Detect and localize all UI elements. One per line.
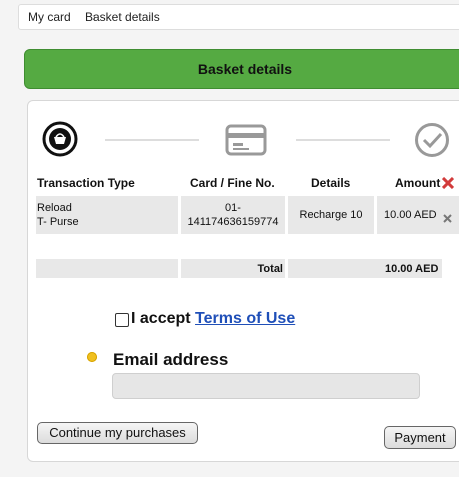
- breadcrumb-basket-details: Basket details: [85, 10, 160, 24]
- terms-prefix: I accept: [131, 310, 196, 327]
- card-icon: [225, 124, 267, 161]
- remove-all-icon[interactable]: [441, 176, 455, 194]
- remove-row-icon[interactable]: [443, 210, 452, 228]
- page-title: Basket details: [197, 61, 293, 77]
- breadcrumb-my-card[interactable]: My card: [28, 5, 71, 29]
- email-input[interactable]: [112, 373, 420, 399]
- row-card-line2: 141174636159774: [187, 216, 279, 228]
- total-empty-bg: [36, 259, 178, 278]
- total-label: Total: [257, 263, 283, 275]
- page-title-banner: Basket details: [24, 49, 459, 89]
- terms-label: I accept Terms of Use: [131, 310, 295, 328]
- continue-purchases-button[interactable]: Continue my purchases: [37, 422, 198, 444]
- row-amount: 10.00 AED: [384, 209, 437, 221]
- payment-button[interactable]: Payment: [384, 426, 456, 449]
- header-amount: Amount: [395, 176, 441, 190]
- required-dot-icon: [87, 352, 97, 362]
- terms-of-use-link[interactable]: Terms of Use: [195, 310, 295, 327]
- row-type-line1: Reload: [37, 202, 72, 214]
- row-card-line1: 01-: [225, 202, 241, 214]
- breadcrumb: My card › Basket details: [18, 4, 459, 30]
- checkmark-icon: [414, 122, 450, 163]
- basket-icon: [42, 121, 78, 162]
- step-connector: [105, 139, 199, 141]
- row-type-line2: T- Purse: [37, 216, 79, 228]
- header-card-number: Card / Fine No.: [190, 176, 275, 190]
- header-details: Details: [311, 176, 351, 190]
- total-value: 10.00 AED: [385, 263, 439, 275]
- step-connector: [296, 139, 390, 141]
- terms-checkbox[interactable]: [115, 313, 129, 327]
- header-transaction-type: Transaction Type: [37, 176, 135, 190]
- row-details: Recharge 10: [299, 209, 363, 221]
- email-label: Email address: [113, 350, 229, 369]
